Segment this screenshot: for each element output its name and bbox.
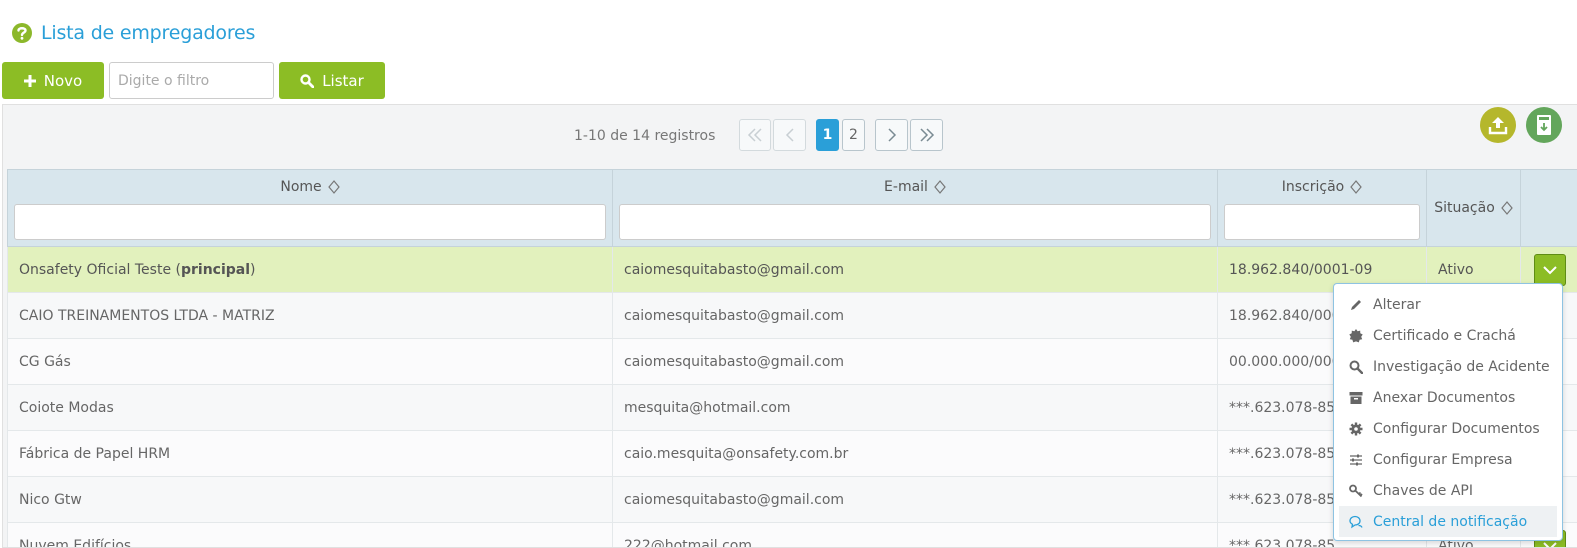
cell-name: CG Gás — [7, 338, 613, 385]
search-icon — [1349, 360, 1363, 374]
menu-item-chaves-api[interactable]: Chaves de API — [1339, 475, 1557, 506]
cell-name: Fábrica de Papel HRM — [7, 430, 613, 477]
cell-name: Coiote Modas — [7, 384, 613, 431]
table-header-row: Nome E-mail Inscrição Situação — [7, 169, 1577, 247]
menu-item-configurar-empresa[interactable]: Configurar Empresa — [1339, 444, 1557, 475]
sort-icon — [327, 180, 340, 194]
file-export-icon — [1537, 115, 1551, 135]
search-icon — [300, 73, 315, 88]
chevron-down-icon — [1542, 541, 1557, 547]
cell-name: CAIO TREINAMENTOS LTDA - MATRIZ — [7, 292, 613, 339]
page-2-button[interactable]: 2 — [842, 119, 865, 151]
row-actions-dropdown-button[interactable] — [1533, 253, 1566, 286]
sliders-icon — [1350, 454, 1362, 465]
chat-bubbles-icon — [1349, 515, 1363, 528]
pagination-info: 1-10 de 14 registros — [574, 128, 716, 144]
column-header-situacao[interactable]: Situação — [1426, 169, 1521, 247]
prev-page-button[interactable] — [773, 119, 806, 151]
key-icon — [1349, 484, 1363, 497]
plus-icon — [23, 74, 36, 87]
sort-icon — [1350, 180, 1363, 194]
pencil-icon — [1351, 299, 1361, 310]
last-page-button[interactable] — [910, 119, 943, 151]
upload-icon — [1488, 117, 1508, 135]
gear-icon — [1349, 422, 1363, 435]
list-button[interactable]: Listar — [279, 62, 385, 99]
export-xls-button[interactable] — [1526, 107, 1562, 143]
new-button-label: Novo — [43, 71, 83, 90]
cell-name: Nico Gtw — [7, 476, 613, 523]
cell-name: Onsafety Oficial Teste (principal) — [7, 246, 613, 293]
column-header-inscricao[interactable]: Inscrição — [1217, 169, 1427, 247]
sort-icon — [934, 180, 946, 194]
page-title: Lista de empregadores — [41, 22, 256, 44]
menu-item-investigacao[interactable]: Investigação de Acidente — [1339, 351, 1557, 382]
column-header-actions — [1520, 169, 1577, 247]
name-filter-input[interactable] — [14, 204, 606, 240]
email-filter-input[interactable] — [619, 204, 1211, 240]
help-icon[interactable] — [12, 23, 32, 43]
page-header: Lista de empregadores — [12, 20, 255, 46]
cell-email: 222@hotmail.com — [612, 522, 1218, 547]
chevron-left-icon — [785, 128, 794, 142]
double-chevron-left-icon — [747, 128, 762, 142]
inscricao-filter-input[interactable] — [1224, 204, 1420, 240]
badge-certificate-icon — [1349, 328, 1363, 342]
cell-email: caiomesquitabasto@gmail.com — [612, 246, 1218, 293]
cell-email: caiomesquitabasto@gmail.com — [612, 338, 1218, 385]
cell-email: mesquita@hotmail.com — [612, 384, 1218, 431]
cell-email: caiomesquitabasto@gmail.com — [612, 292, 1218, 339]
column-header-email[interactable]: E-mail — [612, 169, 1218, 247]
chevron-down-icon — [1542, 265, 1557, 274]
column-header-name[interactable]: Nome — [7, 169, 613, 247]
cell-email: caiomesquitabasto@gmail.com — [612, 476, 1218, 523]
menu-item-certificado[interactable]: Certificado e Crachá — [1339, 320, 1557, 351]
row-actions-menu: Alterar Certificado e Crachá Investigaçã… — [1333, 283, 1563, 541]
archive-icon — [1349, 391, 1363, 404]
first-page-button[interactable] — [739, 119, 771, 151]
new-button[interactable]: Novo — [2, 62, 104, 99]
menu-item-alterar[interactable]: Alterar — [1339, 289, 1557, 320]
upload-button[interactable] — [1480, 107, 1516, 143]
menu-item-anexar[interactable]: Anexar Documentos — [1339, 382, 1557, 413]
next-page-button[interactable] — [875, 119, 908, 151]
cell-email: caio.mesquita@onsafety.com.br — [612, 430, 1218, 477]
filter-input[interactable] — [109, 62, 274, 99]
sort-icon — [1501, 201, 1513, 215]
page-1-button[interactable]: 1 — [816, 119, 839, 151]
chevron-right-icon — [887, 128, 896, 142]
menu-item-central-notificacao[interactable]: Central de notificação — [1339, 506, 1557, 537]
menu-item-configurar-documentos[interactable]: Configurar Documentos — [1339, 413, 1557, 444]
pagination: 1-10 de 14 registros 1 2 — [3, 119, 1577, 153]
double-chevron-right-icon — [919, 128, 934, 142]
list-button-label: Listar — [322, 71, 364, 90]
cell-name: Nuvem Edifícios — [7, 522, 613, 547]
